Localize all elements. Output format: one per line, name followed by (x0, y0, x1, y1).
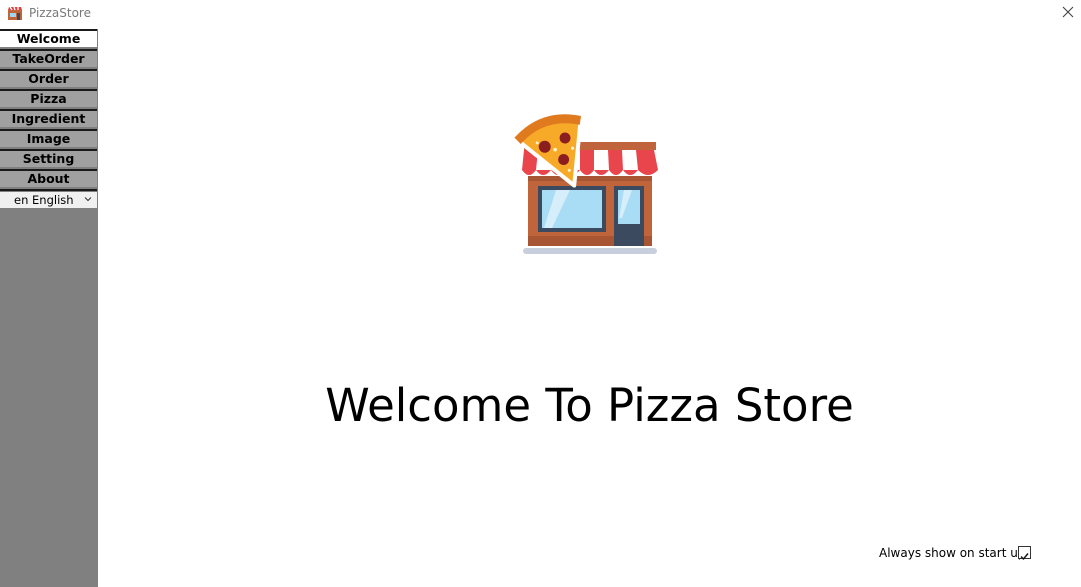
pizza-store-icon (512, 112, 658, 254)
sidebar-item-setting[interactable]: Setting (0, 149, 97, 167)
startup-label: Always show on start up (879, 546, 1026, 560)
sidebar-item-ingredient[interactable]: Ingredient (0, 109, 97, 127)
close-icon[interactable] (1058, 4, 1078, 22)
startup-checkbox[interactable] (1018, 546, 1031, 561)
window-title: PizzaStore (29, 6, 91, 20)
checkmark-icon (1020, 553, 1029, 561)
sidebar: Welcome TakeOrder Order Pizza Ingredient… (0, 29, 98, 587)
language-select[interactable]: en English (0, 192, 97, 208)
title-bar: PizzaStore (0, 0, 1081, 28)
chevron-down-icon (84, 197, 92, 202)
sidebar-item-about[interactable]: About (0, 169, 97, 187)
pizza-app-icon (8, 6, 22, 20)
sidebar-item-takeorder[interactable]: TakeOrder (0, 49, 97, 67)
sidebar-item-image[interactable]: Image (0, 129, 97, 147)
sidebar-item-welcome[interactable]: Welcome (0, 29, 97, 47)
welcome-heading: Welcome To Pizza Store (325, 379, 854, 432)
language-select-value: en English (14, 193, 74, 207)
sidebar-item-pizza[interactable]: Pizza (0, 89, 97, 107)
sidebar-item-order[interactable]: Order (0, 69, 97, 87)
